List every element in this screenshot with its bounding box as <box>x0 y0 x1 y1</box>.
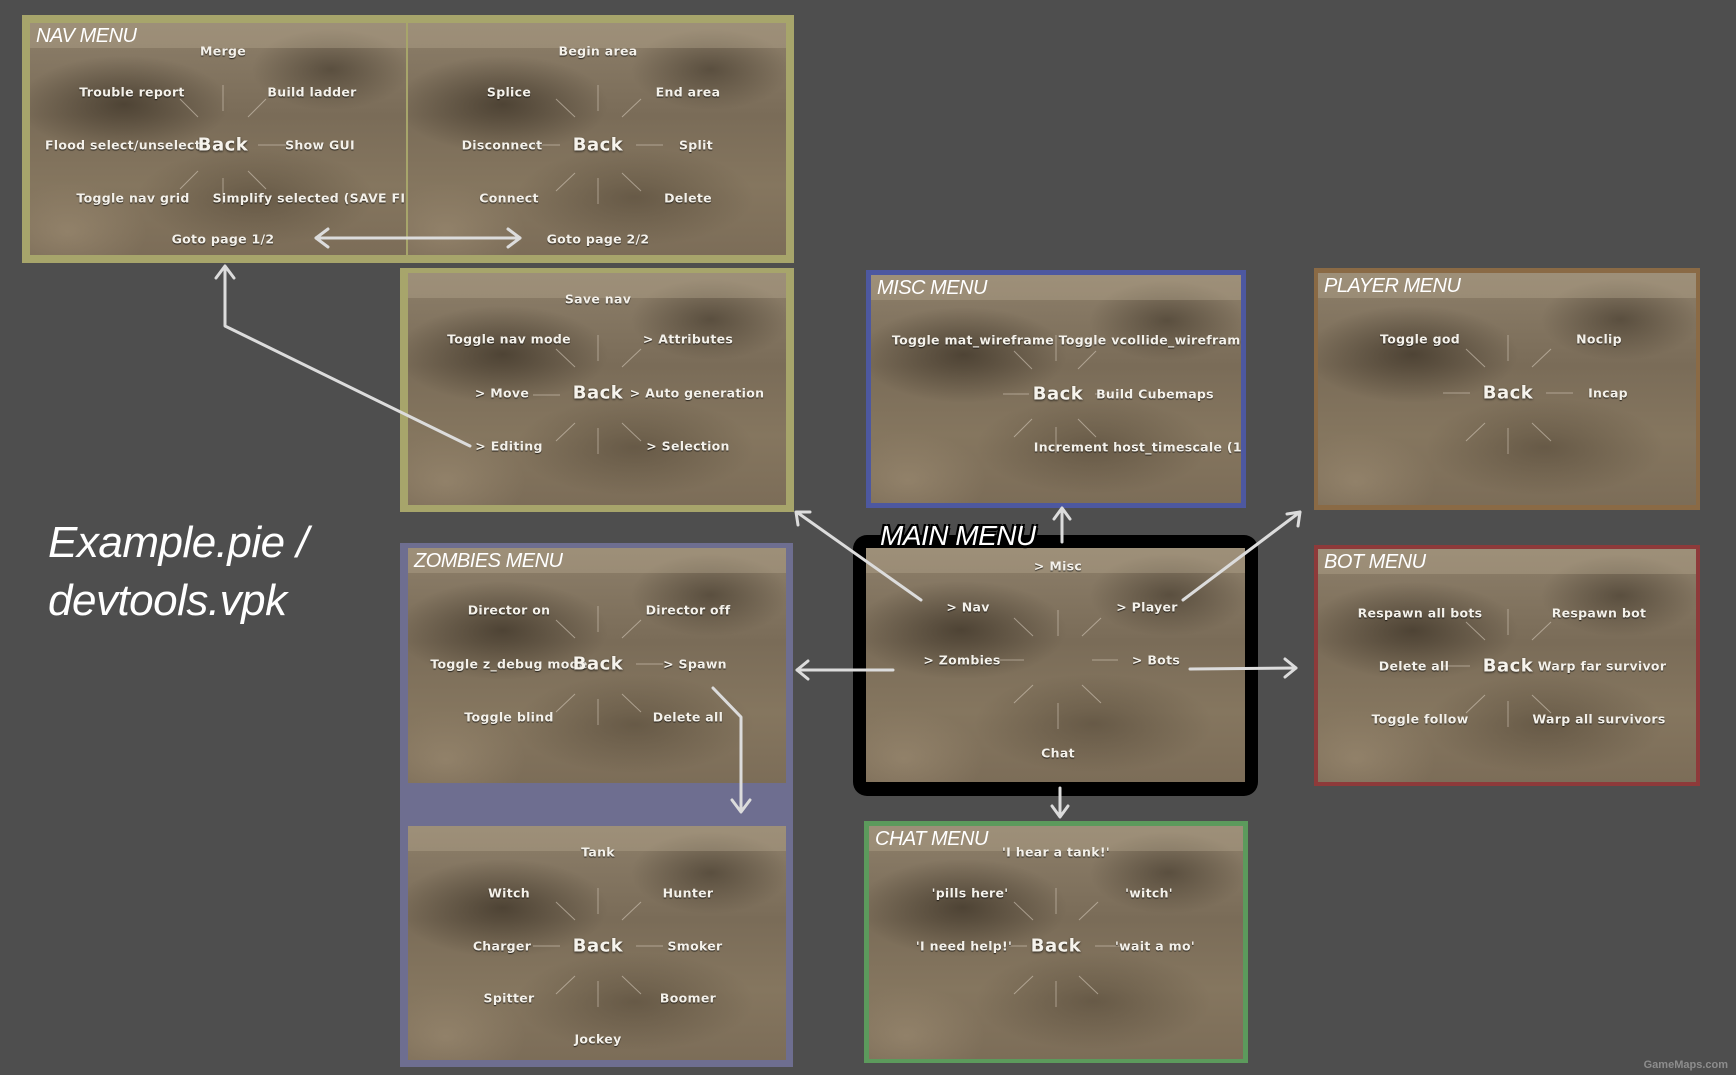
menu-item-build-cubemaps[interactable]: Build Cubemaps <box>1096 387 1214 402</box>
menu-item-respawn-all-bots[interactable]: Respawn all bots <box>1358 606 1483 621</box>
panel-title: PLAYER MENU <box>1324 275 1461 297</box>
arrow-head-icon <box>794 510 812 527</box>
menu-item-player[interactable]: > Player <box>1116 600 1178 615</box>
arrow-head-icon <box>1285 510 1302 528</box>
back-button[interactable]: Back <box>573 135 624 156</box>
menu-item-wait-a-mo[interactable]: 'wait a mo' <box>1115 939 1195 954</box>
panel-title: MISC MENU <box>877 277 987 299</box>
menu-item-warp-far-survivor[interactable]: Warp far survivor <box>1538 659 1667 674</box>
menu-item-misc[interactable]: > Misc <box>1034 559 1082 574</box>
menu-item-nav[interactable]: > Nav <box>946 600 989 615</box>
back-button[interactable]: Back <box>198 135 249 156</box>
menu-item-i-hear-a-tank[interactable]: 'I hear a tank!' <box>1002 845 1110 860</box>
menu-item-toggle-mat-wireframe[interactable]: Toggle mat_wireframe <box>892 333 1054 348</box>
document-title: Example.pie / devtools.vpk <box>48 514 309 630</box>
menu-item-jockey[interactable]: Jockey <box>574 1032 621 1047</box>
menu-item-attributes[interactable]: > Attributes <box>643 332 733 347</box>
menu-item-increment-host-timescale[interactable]: Increment host_timescale (1:5 <box>1034 440 1241 455</box>
menu-item-goto-page-1[interactable]: Goto page 1/2 <box>172 232 275 247</box>
player-menu: PLAYER MENU Toggle god Noclip Back Incap <box>1318 273 1696 505</box>
watermark: GameMaps.com <box>1643 1059 1728 1071</box>
menu-item-charger[interactable]: Charger <box>473 939 531 954</box>
chat-menu: CHAT MENU 'I hear a tank!' 'pills here' … <box>869 826 1243 1059</box>
menu-item-toggle-nav-mode[interactable]: Toggle nav mode <box>447 332 571 347</box>
menu-item-editing[interactable]: > Editing <box>475 439 542 454</box>
menu-item-witch-callout[interactable]: 'witch' <box>1125 886 1173 901</box>
menu-item-warp-all-survivors[interactable]: Warp all survivors <box>1532 712 1665 727</box>
menu-item-boomer[interactable]: Boomer <box>660 991 716 1006</box>
menu-item-toggle-nav-grid[interactable]: Toggle nav grid <box>76 191 189 206</box>
back-button[interactable]: Back <box>1483 656 1534 677</box>
back-button[interactable]: Back <box>573 383 624 404</box>
menu-item-smoker[interactable]: Smoker <box>667 939 722 954</box>
menu-item-i-need-help[interactable]: 'I need help!' <box>916 939 1012 954</box>
spawn-submenu: Tank Witch Hunter Charger Back Smoker Sp… <box>408 826 786 1060</box>
menu-item-split[interactable]: Split <box>679 138 713 153</box>
menu-item-auto-generation[interactable]: > Auto generation <box>630 386 765 401</box>
arrow-head-left-icon <box>795 659 810 681</box>
misc-menu: MISC MENU Toggle mat_wireframe Toggle vc… <box>871 275 1241 503</box>
panel-title: CHAT MENU <box>875 828 988 850</box>
menu-item-simplify-selected[interactable]: Simplify selected (SAVE FIRST <box>213 191 406 206</box>
back-button[interactable]: Back <box>1033 384 1084 405</box>
back-button[interactable]: Back <box>1031 936 1082 957</box>
menu-item-disconnect[interactable]: Disconnect <box>462 138 543 153</box>
menu-item-goto-page-2[interactable]: Goto page 2/2 <box>547 232 650 247</box>
menu-item-toggle-follow[interactable]: Toggle follow <box>1371 712 1468 727</box>
menu-item-pills-here[interactable]: 'pills here' <box>932 886 1009 901</box>
nav-submenu: Save nav Toggle nav mode > Attributes > … <box>408 273 786 505</box>
menu-item-move[interactable]: > Move <box>475 386 529 401</box>
main-menu: > Misc > Nav > Player > Zombies > Bots C… <box>866 548 1245 782</box>
menu-item-toggle-vcollide-wireframe[interactable]: Toggle vcollide_wireframe <box>1059 333 1241 348</box>
menu-item-bots[interactable]: > Bots <box>1132 653 1180 668</box>
back-button[interactable]: Back <box>1483 383 1534 404</box>
back-button[interactable]: Back <box>573 936 624 957</box>
panel-title: ZOMBIES MENU <box>414 550 563 572</box>
bot-menu: BOT MENU Respawn all bots Respawn bot De… <box>1318 549 1696 782</box>
back-button[interactable]: Back <box>573 654 624 675</box>
menu-item-spitter[interactable]: Spitter <box>484 991 535 1006</box>
menu-item-begin-area[interactable]: Begin area <box>558 44 637 59</box>
menu-item-delete-all-bots[interactable]: Delete all <box>1379 659 1449 674</box>
document-title-line-2: devtools.vpk <box>48 576 287 625</box>
menu-item-witch[interactable]: Witch <box>488 886 530 901</box>
menu-item-toggle-blind[interactable]: Toggle blind <box>464 710 553 725</box>
menu-item-delete[interactable]: Delete <box>664 191 712 206</box>
menu-item-respawn-bot[interactable]: Respawn bot <box>1552 606 1647 621</box>
menu-item-zombies[interactable]: > Zombies <box>923 653 1000 668</box>
nav-menu-page-2: Begin area Splice End area Disconnect Ba… <box>408 23 786 255</box>
arrow-head-up-icon <box>214 264 236 280</box>
menu-item-selection[interactable]: > Selection <box>646 439 730 454</box>
menu-item-show-gui[interactable]: Show GUI <box>285 138 355 153</box>
menu-item-chat[interactable]: Chat <box>1041 746 1075 761</box>
arrow-head-up-icon <box>1052 506 1072 521</box>
zombies-menu: ZOMBIES MENU Director on Director off To… <box>408 548 786 783</box>
arrow-head-right-icon <box>1283 657 1298 679</box>
document-title-line-1: Example.pie / <box>48 518 309 567</box>
menu-item-delete-all[interactable]: Delete all <box>653 710 723 725</box>
menu-item-toggle-god[interactable]: Toggle god <box>1380 332 1460 347</box>
menu-item-build-ladder[interactable]: Build ladder <box>267 85 356 100</box>
menu-item-tank[interactable]: Tank <box>581 845 615 860</box>
nav-menu-page-1: NAV MENU Merge Trouble report Build ladd… <box>30 23 406 255</box>
arrow-head-down-icon <box>1050 804 1070 819</box>
menu-item-director-on[interactable]: Director on <box>468 603 551 618</box>
menu-item-merge[interactable]: Merge <box>200 44 246 59</box>
menu-item-trouble-report[interactable]: Trouble report <box>79 85 184 100</box>
menu-item-flood-select[interactable]: Flood select/unselect <box>45 138 201 153</box>
menu-item-save-nav[interactable]: Save nav <box>565 292 631 307</box>
menu-item-director-off[interactable]: Director off <box>646 603 731 618</box>
panel-title: BOT MENU <box>1324 551 1426 573</box>
menu-item-hunter[interactable]: Hunter <box>663 886 714 901</box>
main-menu-title: MAIN MENU <box>880 520 1036 551</box>
menu-item-noclip[interactable]: Noclip <box>1576 332 1622 347</box>
menu-item-splice[interactable]: Splice <box>487 85 531 100</box>
menu-item-connect[interactable]: Connect <box>479 191 539 206</box>
menu-item-spawn[interactable]: > Spawn <box>663 657 727 672</box>
panel-title: NAV MENU <box>36 25 137 47</box>
menu-item-incap[interactable]: Incap <box>1588 386 1628 401</box>
menu-item-end-area[interactable]: End area <box>656 85 721 100</box>
menu-item-toggle-z-debug[interactable]: Toggle z_debug mode <box>430 657 587 672</box>
